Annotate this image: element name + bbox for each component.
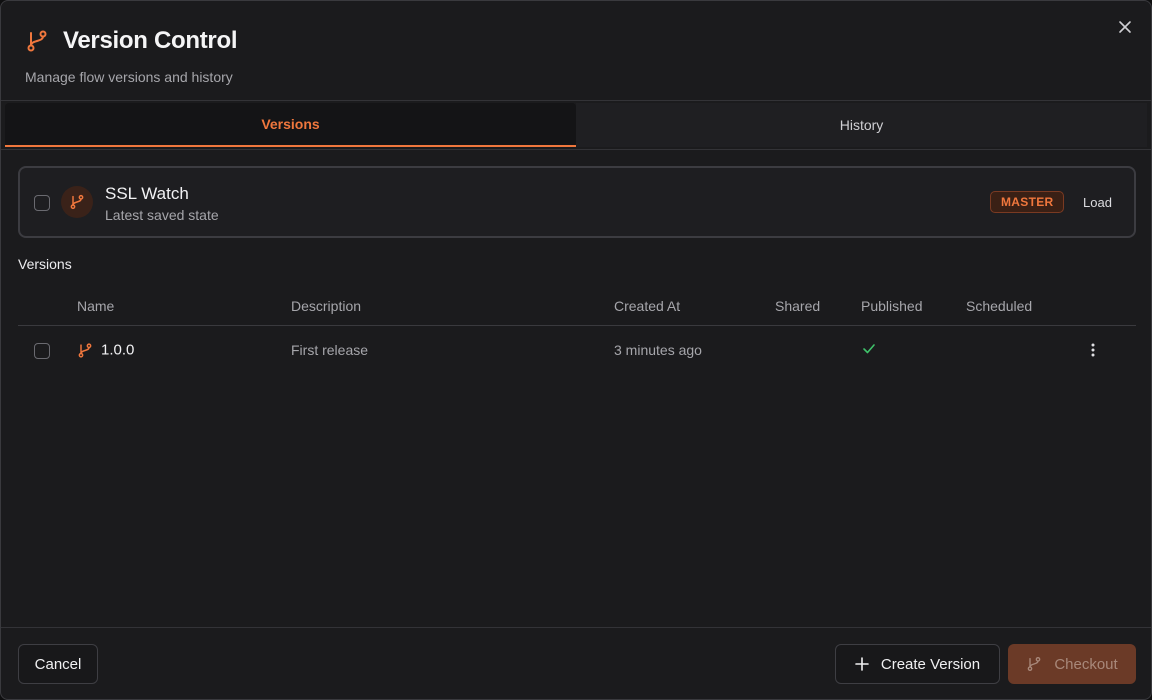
versions-section-label: Versions (18, 256, 72, 272)
close-icon (1119, 21, 1131, 33)
version-name: 1.0.0 (101, 341, 135, 359)
checkout-label: Checkout (1054, 655, 1118, 673)
master-name: SSL Watch (105, 184, 189, 203)
create-version-button[interactable]: Create Version (835, 644, 1000, 684)
master-subtitle: Latest saved state (105, 207, 219, 223)
git-branch-icon (78, 342, 92, 358)
git-branch-icon (70, 194, 84, 210)
master-badge: MASTER (990, 191, 1065, 213)
column-header-published: Published (861, 297, 923, 314)
column-header-description: Description (291, 297, 362, 314)
close-button[interactable] (1115, 17, 1135, 37)
master-checkbox[interactable] (34, 195, 50, 211)
table-row[interactable]: 1.0.0 First release 3 minutes ago (18, 326, 1136, 374)
load-button[interactable]: Load (1075, 192, 1120, 212)
versions-table: Name Description Created At Shared Publi… (18, 286, 1136, 374)
column-header-shared: Shared (775, 297, 821, 314)
column-header-name: Name (77, 297, 115, 314)
dialog-subtitle: Manage flow versions and history (25, 69, 233, 85)
master-version-card[interactable]: SSL Watch Latest saved state MASTER Load (18, 166, 1136, 238)
table-header: Name Description Created At Shared Publi… (18, 286, 1136, 326)
tab-versions[interactable]: Versions (5, 103, 576, 147)
dialog-title: Version Control (63, 27, 238, 54)
column-header-scheduled: Scheduled (966, 297, 1033, 314)
create-version-label: Create Version (880, 655, 981, 673)
version-control-dialog: Version Control Manage flow versions and… (0, 0, 1152, 700)
git-branch-icon (27, 30, 47, 52)
master-branch-badge (61, 186, 93, 218)
version-description: First release (291, 342, 369, 358)
version-name-cell: 1.0.0 (77, 342, 134, 359)
version-created-at: 3 minutes ago (614, 342, 702, 358)
tab-history[interactable]: History (576, 103, 1147, 147)
plus-icon (855, 657, 869, 671)
header-divider (1, 100, 1151, 101)
footer-divider (1, 627, 1151, 628)
dialog-header: Version Control Manage flow versions and… (25, 27, 238, 85)
checkout-button[interactable]: Checkout (1008, 644, 1136, 684)
tabs-divider (1, 149, 1151, 150)
row-actions-button[interactable] (1084, 340, 1102, 360)
column-header-created-at: Created At (614, 297, 681, 314)
tab-bar: Versions History (5, 103, 1147, 147)
published-check-icon (861, 341, 877, 360)
row-checkbox[interactable] (34, 343, 50, 359)
more-vertical-icon (1091, 343, 1095, 357)
cancel-button[interactable]: Cancel (18, 644, 98, 684)
git-branch-icon (1027, 657, 1041, 671)
